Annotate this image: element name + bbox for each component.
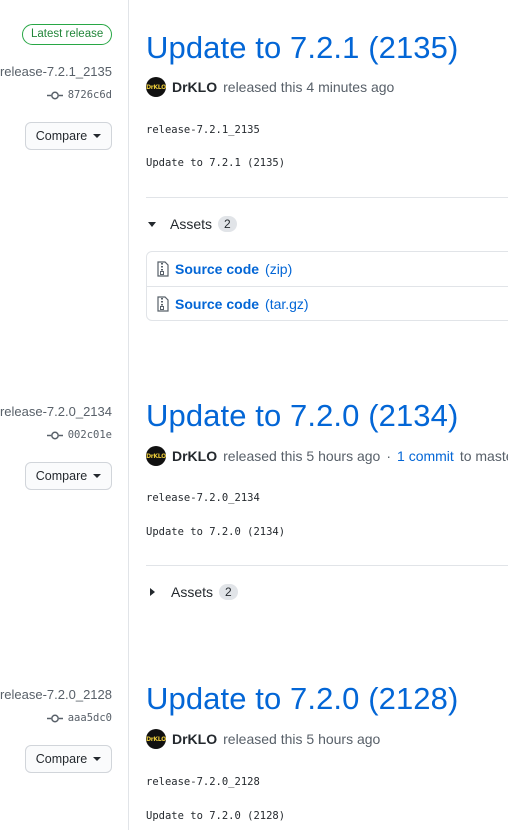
release-body-tag: release-7.2.0_2134 <box>146 492 260 504</box>
compare-label: Compare <box>35 129 88 143</box>
release-body-tag: release-7.2.1_2135 <box>146 124 260 136</box>
released-time: released this 5 hours ago <box>223 448 381 464</box>
tag-link[interactable]: release-7.2.0_2134 <box>0 404 112 419</box>
compare-button[interactable]: Compare <box>25 745 112 773</box>
release-title[interactable]: Update to 7.2.0 (2134) <box>146 398 458 434</box>
latest-release-badge: Latest release <box>22 24 113 45</box>
caret-down-icon <box>93 757 102 761</box>
commits-to-branch-link[interactable]: 1 commit <box>397 448 454 464</box>
triangle-down-icon <box>148 221 156 227</box>
release-title[interactable]: Update to 7.2.1 (2135) <box>146 30 458 66</box>
divider <box>146 565 508 566</box>
asset-name: Source code <box>175 261 260 277</box>
commit-icon <box>46 431 63 439</box>
commit-link[interactable]: 002c01e <box>46 429 112 441</box>
released-time: released this 5 hours ago <box>223 731 381 747</box>
commit-icon <box>46 91 63 99</box>
commit-link[interactable]: 8726c6d <box>46 89 112 101</box>
asset-ext: (tar.gz) <box>265 295 309 312</box>
compare-label: Compare <box>35 469 88 483</box>
release-7-2-0-2134: release-7.2.0_2134 002c01e Compare Updat… <box>0 340 508 640</box>
release-body-text: Update to 7.2.1 (2135) <box>146 157 286 169</box>
separator-dot: · <box>386 448 392 464</box>
release-body-tag: release-7.2.0_2128 <box>146 776 260 788</box>
avatar[interactable]: DrKLO <box>146 446 166 466</box>
assets-toggle[interactable]: Assets 2 <box>148 584 238 600</box>
asset-item-zip[interactable]: Source code (zip) <box>147 252 508 286</box>
asset-item-targz[interactable]: Source code (tar.gz) <box>147 286 508 320</box>
compare-button[interactable]: Compare <box>25 462 112 490</box>
released-time: released this 4 minutes ago <box>223 79 395 95</box>
assets-count-badge: 2 <box>218 216 237 232</box>
assets-toggle[interactable]: Assets 2 <box>148 216 237 232</box>
release-byline: DrKLO DrKLO released this 5 hours ago <box>146 729 380 749</box>
assets-label: Assets <box>170 216 213 232</box>
avatar[interactable]: DrKLO <box>146 77 166 97</box>
commit-sha: aaa5dc0 <box>67 712 112 724</box>
tag-link[interactable]: release-7.2.1_2135 <box>0 64 112 79</box>
assets-count-badge: 2 <box>219 584 238 600</box>
release-body-text: Update to 7.2.0 (2134) <box>146 526 286 538</box>
triangle-right-icon <box>150 588 155 596</box>
assets-list: Source code (zip) Source code (tar.gz) <box>146 251 508 321</box>
file-zip-icon <box>157 295 169 312</box>
release-byline: DrKLO DrKLO released this 4 minutes ago <box>146 77 394 97</box>
commit-icon <box>46 714 63 722</box>
release-title[interactable]: Update to 7.2.0 (2128) <box>146 681 458 717</box>
caret-down-icon <box>93 134 102 138</box>
assets-label: Assets <box>171 584 214 600</box>
tag-link[interactable]: release-7.2.0_2128 <box>0 687 112 702</box>
author-link[interactable]: DrKLO <box>172 731 217 747</box>
compare-button[interactable]: Compare <box>25 122 112 150</box>
commit-sha: 8726c6d <box>67 89 112 101</box>
asset-ext: (zip) <box>265 261 293 277</box>
release-7-2-1-2135: Latest release release-7.2.1_2135 8726c6… <box>0 0 508 360</box>
author-link[interactable]: DrKLO <box>172 79 217 95</box>
to-master-text: to master s <box>459 448 508 464</box>
caret-down-icon <box>93 474 102 478</box>
release-7-2-0-2128: release-7.2.0_2128 aaa5dc0 Compare Updat… <box>0 623 508 830</box>
commit-link[interactable]: aaa5dc0 <box>46 712 112 724</box>
compare-label: Compare <box>35 752 88 766</box>
file-zip-icon <box>157 261 169 277</box>
divider <box>146 197 508 198</box>
commit-sha: 002c01e <box>67 429 112 441</box>
release-body-text: Update to 7.2.0 (2128) <box>146 810 286 822</box>
release-byline: DrKLO DrKLO released this 5 hours ago · … <box>146 446 508 466</box>
asset-name: Source code <box>175 295 260 312</box>
author-link[interactable]: DrKLO <box>172 448 217 464</box>
avatar[interactable]: DrKLO <box>146 729 166 749</box>
